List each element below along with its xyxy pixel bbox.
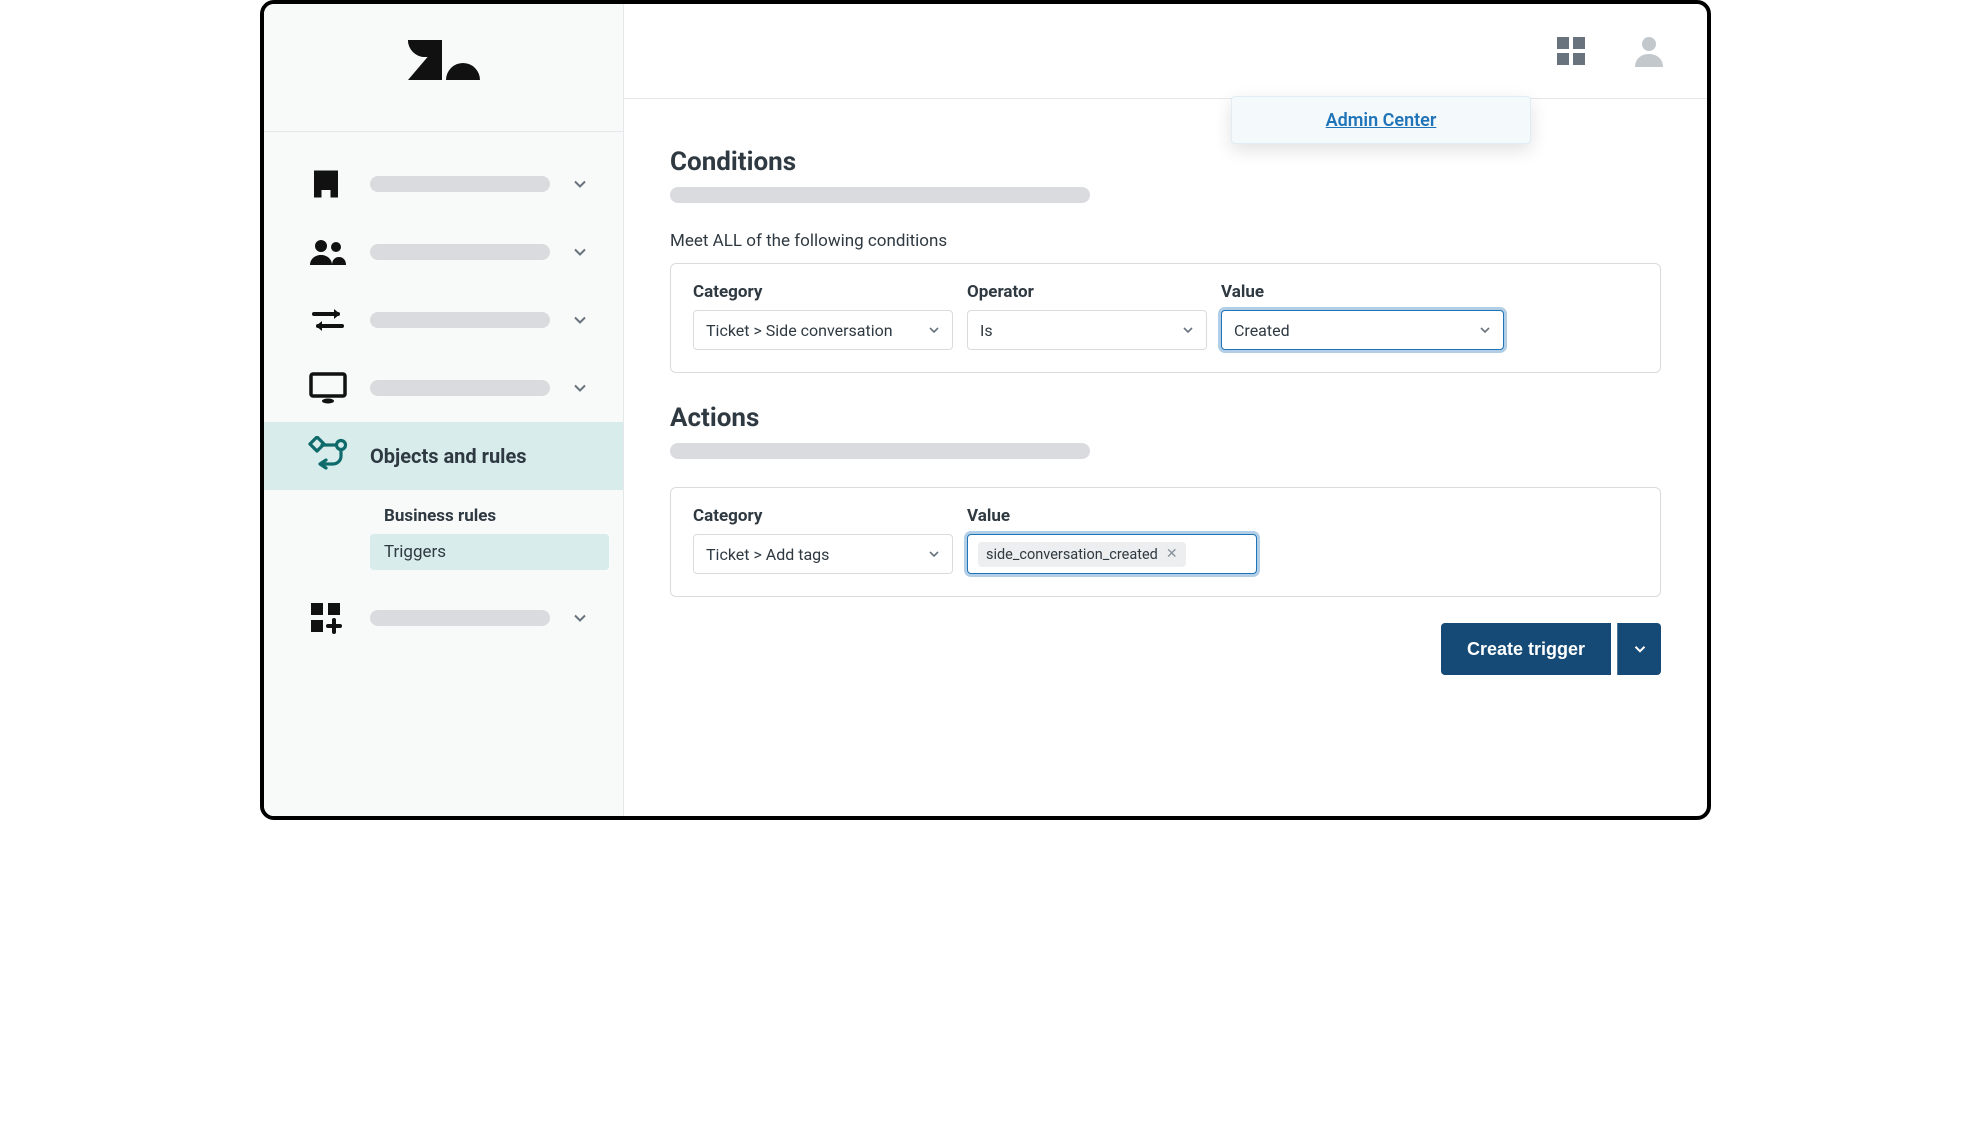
sidebar-item-channels[interactable] bbox=[264, 286, 623, 354]
placeholder-bar bbox=[370, 244, 550, 260]
chevron-down-icon bbox=[570, 310, 590, 330]
workflow-icon bbox=[308, 436, 350, 476]
logo bbox=[264, 4, 623, 132]
sidebar-item-label: Objects and rules bbox=[370, 444, 605, 468]
create-trigger-dropdown-button[interactable] bbox=[1617, 623, 1661, 675]
sidebar-nav: Objects and rules Business rules Trigger… bbox=[264, 132, 623, 652]
placeholder-bar bbox=[370, 380, 550, 396]
sidebar-subnav: Business rules Triggers bbox=[264, 490, 623, 584]
sidebar-item-account[interactable] bbox=[264, 150, 623, 218]
tag-remove-icon[interactable]: ✕ bbox=[1166, 547, 1178, 561]
actions-title: Actions bbox=[670, 403, 1661, 433]
chevron-down-icon bbox=[926, 546, 942, 562]
zendesk-logo-icon bbox=[408, 40, 480, 96]
condition-value-value: Created bbox=[1234, 321, 1290, 340]
main: Admin Center Conditions Meet ALL of the … bbox=[624, 4, 1707, 816]
conditions-title: Conditions bbox=[670, 147, 1661, 177]
action-value-tag-input[interactable]: side_conversation_created ✕ bbox=[967, 534, 1257, 574]
condition-operator-select[interactable]: Is bbox=[967, 310, 1207, 350]
chevron-down-icon bbox=[1477, 322, 1493, 338]
tag-chip[interactable]: side_conversation_created ✕ bbox=[978, 542, 1186, 567]
chevron-down-icon bbox=[1180, 322, 1196, 338]
admin-center-popover[interactable]: Admin Center bbox=[1231, 96, 1531, 144]
chevron-down-icon bbox=[570, 378, 590, 398]
create-trigger-button[interactable]: Create trigger bbox=[1441, 623, 1611, 675]
condition-operator-label: Operator bbox=[967, 282, 1207, 302]
action-category-label: Category bbox=[693, 506, 953, 526]
subnav-heading-business-rules: Business rules bbox=[370, 498, 623, 534]
condition-value-select[interactable]: Created bbox=[1221, 310, 1504, 350]
condition-value-label: Value bbox=[1221, 282, 1504, 302]
building-icon bbox=[308, 166, 344, 202]
chevron-down-icon bbox=[570, 608, 590, 628]
monitor-icon bbox=[308, 371, 348, 405]
placeholder-bar bbox=[370, 610, 550, 626]
action-value-label: Value bbox=[967, 506, 1257, 526]
sidebar: Objects and rules Business rules Trigger… bbox=[264, 4, 624, 816]
conditions-card: Category Ticket > Side conversation Oper… bbox=[670, 263, 1661, 373]
products-button[interactable] bbox=[1553, 33, 1589, 69]
topbar bbox=[624, 4, 1707, 99]
content-area: Conditions Meet ALL of the following con… bbox=[624, 99, 1707, 816]
chevron-down-icon bbox=[926, 322, 942, 338]
conditions-all-hint: Meet ALL of the following conditions bbox=[670, 231, 1661, 251]
chevron-down-icon bbox=[570, 174, 590, 194]
chevron-down-icon bbox=[570, 242, 590, 262]
sidebar-item-people[interactable] bbox=[264, 218, 623, 286]
arrows-icon bbox=[308, 305, 348, 335]
admin-center-link[interactable]: Admin Center bbox=[1326, 110, 1437, 131]
condition-category-label: Category bbox=[693, 282, 953, 302]
actions-card: Category Ticket > Add tags Value si bbox=[670, 487, 1661, 597]
placeholder-bar bbox=[370, 312, 550, 328]
user-icon bbox=[1631, 33, 1667, 69]
grid-icon bbox=[1553, 33, 1589, 69]
placeholder-bar bbox=[670, 443, 1090, 459]
action-category-select[interactable]: Ticket > Add tags bbox=[693, 534, 953, 574]
tag-text: side_conversation_created bbox=[986, 546, 1158, 563]
placeholder-bar bbox=[370, 176, 550, 192]
footer-actions: Create trigger bbox=[670, 597, 1661, 675]
chevron-down-icon bbox=[1631, 640, 1649, 658]
condition-category-value: Ticket > Side conversation bbox=[706, 321, 893, 340]
apps-add-icon bbox=[308, 600, 344, 636]
subnav-item-triggers[interactable]: Triggers bbox=[370, 534, 609, 570]
sidebar-item-objects-and-rules[interactable]: Objects and rules bbox=[264, 422, 623, 490]
people-icon bbox=[308, 237, 348, 267]
placeholder-bar bbox=[670, 187, 1090, 203]
condition-operator-value: Is bbox=[980, 321, 993, 340]
action-category-value: Ticket > Add tags bbox=[706, 545, 829, 564]
profile-button[interactable] bbox=[1631, 33, 1667, 69]
sidebar-item-apps[interactable] bbox=[264, 584, 623, 652]
condition-category-select[interactable]: Ticket > Side conversation bbox=[693, 310, 953, 350]
sidebar-item-workspaces[interactable] bbox=[264, 354, 623, 422]
